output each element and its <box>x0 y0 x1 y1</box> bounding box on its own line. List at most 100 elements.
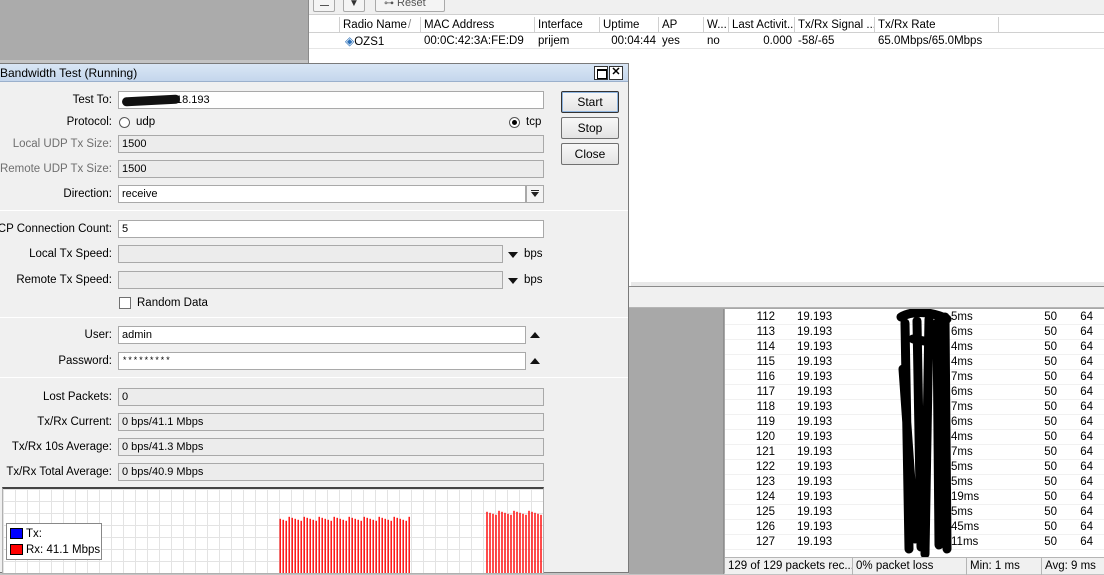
column-header-blank[interactable] <box>309 17 340 33</box>
local-udp-size-field[interactable]: 1500 <box>118 135 544 153</box>
rx-bar <box>336 517 338 573</box>
rx-bar <box>324 518 326 573</box>
ping-seq-cell: 125 <box>755 506 775 518</box>
rx-bar <box>501 511 503 573</box>
direction-dropdown-button[interactable] <box>526 185 544 203</box>
ping-host-cell: 19.193 <box>797 536 833 548</box>
ping-host-cell: 19.193 <box>797 431 833 443</box>
ping-size-cell: 50 <box>1044 491 1057 503</box>
maximize-button[interactable] <box>594 66 608 80</box>
filter-button[interactable]: ▼ <box>343 0 365 12</box>
ping-seq-cell: 116 <box>756 371 775 383</box>
ping-seq-cell: 127 <box>755 536 775 548</box>
ping-seq-cell: 120 <box>755 431 775 443</box>
remote-tx-speed-field[interactable] <box>118 271 503 289</box>
column-header-last-activity[interactable]: Last Activit... <box>729 17 795 33</box>
ping-size-cell: 50 <box>1044 371 1057 383</box>
rx-bar <box>396 517 398 573</box>
ping-size-cell: 50 <box>1044 326 1057 338</box>
random-data-checkbox[interactable] <box>119 297 131 309</box>
rx-bar <box>360 520 362 573</box>
stop-button[interactable]: Stop <box>561 117 619 139</box>
start-button[interactable]: Start <box>561 91 619 113</box>
protocol-tcp-label: tcp <box>526 116 542 128</box>
rx-swatch <box>10 544 23 556</box>
rx-bar <box>294 518 296 573</box>
section-divider <box>0 317 628 318</box>
test-to-label: Test To: <box>72 94 112 106</box>
ping-ttl-cell: 64 <box>1080 416 1093 428</box>
ping-host-cell: 19.193 <box>797 341 833 353</box>
rx-bar <box>402 519 404 573</box>
column-header-interface[interactable]: Interface <box>535 17 600 33</box>
ping-host-cell: 19.193 <box>797 371 833 383</box>
ping-results-table[interactable]: 112 19.193 5ms 50 64 113 19.193 6ms 50 64 114 19.19… <box>725 309 1104 557</box>
rx-bar <box>408 516 410 573</box>
column-header-uptime[interactable]: Uptime <box>600 17 659 33</box>
uptime-cell: 00:04:44 <box>611 35 656 47</box>
rx-bar <box>357 519 359 573</box>
total-avg-rate-value: 0 bps/40.9 Mbps <box>118 463 544 481</box>
ping-ttl-cell: 64 <box>1080 386 1093 398</box>
last-activity-cell: 0.000 <box>763 35 792 47</box>
rx-bar <box>297 519 299 573</box>
close-window-button[interactable]: ✕ <box>609 66 623 80</box>
ping-size-cell: 50 <box>1044 416 1057 428</box>
tcp-count-input[interactable]: 5 <box>118 220 544 238</box>
wds-cell: no <box>707 35 720 47</box>
desktop-background <box>0 0 308 60</box>
radio-name-cell: ◈OZS1 <box>345 34 385 48</box>
avg-rtt-status: Avg: 9 ms <box>1045 560 1096 572</box>
ap-cell: yes <box>662 35 680 47</box>
column-header-mac-address[interactable]: MAC Address <box>421 17 535 33</box>
ping-seq-cell: 115 <box>756 356 775 368</box>
password-input[interactable]: ********* <box>118 352 526 370</box>
remote-tx-speed-dropdown-icon[interactable] <box>508 278 518 284</box>
local-tx-speed-dropdown-icon[interactable] <box>508 252 518 258</box>
remove-button[interactable] <box>313 0 335 12</box>
password-collapse-icon[interactable] <box>530 358 540 364</box>
ping-ttl-cell: 64 <box>1080 491 1093 503</box>
ping-size-cell: 50 <box>1044 311 1057 323</box>
ping-status-bar: 129 of 129 packets rec... 0% packet loss… <box>725 557 1104 575</box>
column-header-ap[interactable]: AP <box>659 17 704 33</box>
ping-ttl-cell: 64 <box>1080 446 1093 458</box>
ping-ttl-cell: 64 <box>1080 341 1093 353</box>
close-button[interactable]: Close <box>561 143 619 165</box>
local-tx-speed-field[interactable] <box>118 245 503 263</box>
protocol-udp-radio[interactable] <box>119 117 130 128</box>
rx-bar <box>315 520 317 573</box>
ping-seq-cell: 112 <box>756 311 775 323</box>
column-header-radio-name[interactable]: Radio Name / <box>340 17 421 33</box>
column-header-filler <box>999 17 1104 33</box>
direction-select[interactable]: receive <box>118 185 526 203</box>
remote-tx-speed-unit: bps <box>524 274 543 286</box>
rx-bar <box>537 513 539 573</box>
dialog-title-bar[interactable]: Bandwidth Test (Running) ✕ <box>0 64 628 82</box>
remote-udp-size-field[interactable]: 1500 <box>118 160 544 178</box>
reset-button[interactable]: ⊶ Reset <box>375 0 445 12</box>
user-input[interactable]: admin <box>118 326 526 344</box>
column-header-wds[interactable]: W... <box>704 17 729 33</box>
test-to-input[interactable]: 18.193 <box>118 91 544 109</box>
user-collapse-icon[interactable] <box>530 332 540 338</box>
avg10-rate-value: 0 bps/41.3 Mbps <box>118 438 544 456</box>
ping-size-cell: 50 <box>1044 401 1057 413</box>
column-header-signal[interactable]: Tx/Rx Signal ... <box>795 17 875 33</box>
rx-bar <box>354 518 356 573</box>
protocol-tcp-radio[interactable] <box>509 117 520 128</box>
ping-size-cell: 50 <box>1044 386 1057 398</box>
rx-bar <box>366 517 368 573</box>
rx-bar <box>393 516 395 573</box>
lost-packets-label: Lost Packets: <box>42 391 112 403</box>
tx-swatch <box>10 528 23 540</box>
lost-packets-value: 0 <box>118 388 544 406</box>
ping-ttl-cell: 64 <box>1080 356 1093 368</box>
column-header-rate[interactable]: Tx/Rx Rate <box>875 17 999 33</box>
rx-bar <box>387 519 389 573</box>
ping-host-cell: 19.193 <box>797 491 833 503</box>
ping-host-cell: 19.193 <box>797 416 833 428</box>
legend-tx: Tx: <box>10 527 42 541</box>
rx-bar <box>288 516 290 573</box>
ping-size-cell: 50 <box>1044 536 1057 548</box>
